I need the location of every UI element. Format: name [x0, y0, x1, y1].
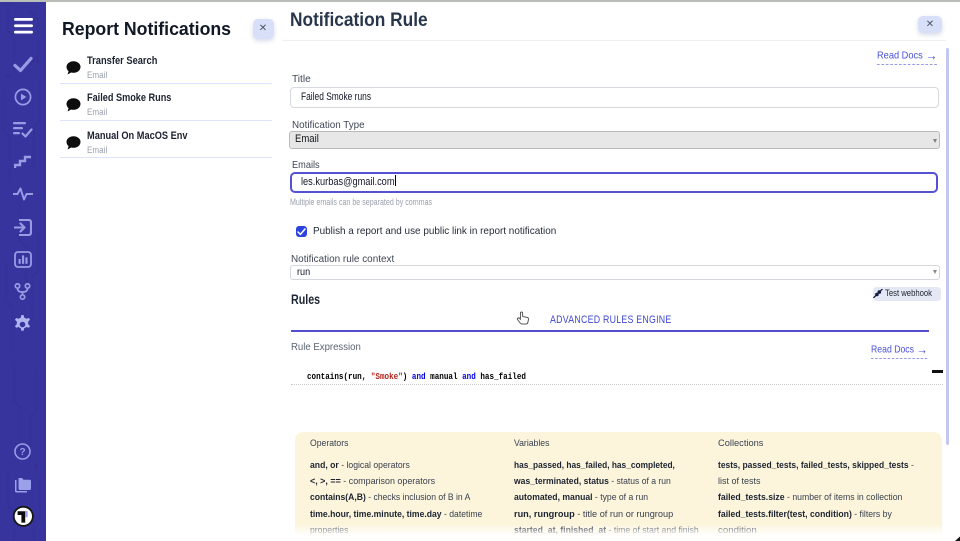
svg-text:?: ?: [19, 447, 25, 458]
